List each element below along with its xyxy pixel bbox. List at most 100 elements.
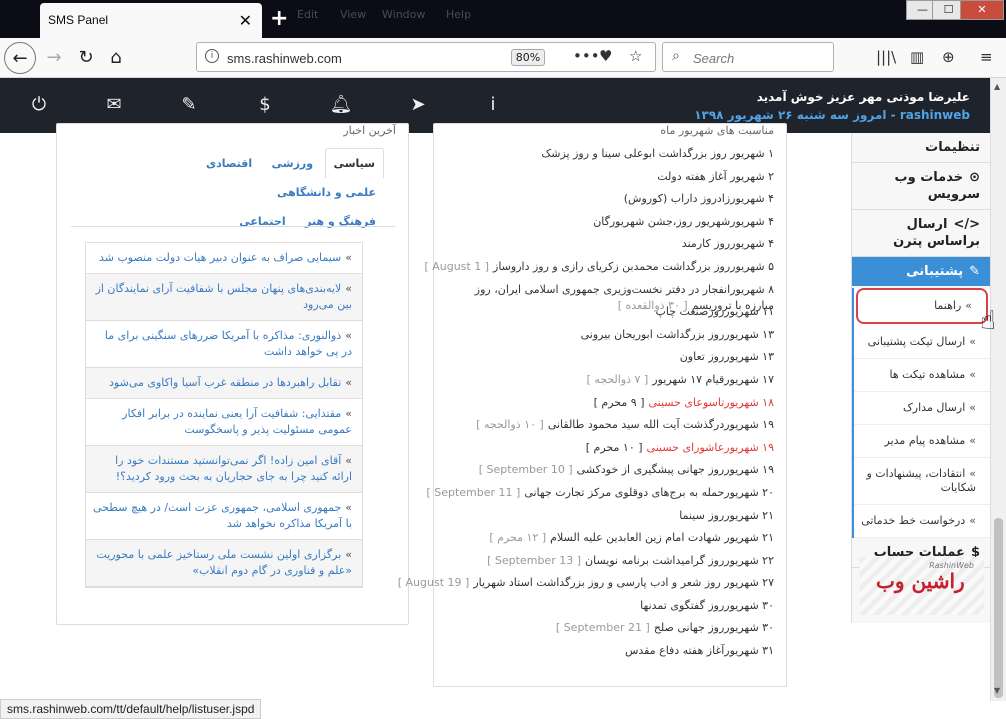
list-item[interactable]: »برگزاری اولین نشست ملی رستاخیز علمی با … xyxy=(86,540,362,587)
tab-culture[interactable]: فرهنگ و هنر xyxy=(297,207,384,236)
sidebar-item-view-tickets[interactable]: »مشاهده تیکت ها xyxy=(854,359,990,392)
scroll-up-icon[interactable]: ▲ xyxy=(994,82,1000,91)
list-item[interactable]: »مقتدایی: شفافیت آرا یعنی نماینده در برا… xyxy=(86,399,362,446)
chevron-left-icon: » xyxy=(345,251,352,264)
list-item[interactable]: »جمهوری اسلامی، جمهوری عزت است/ در هیچ س… xyxy=(86,493,362,540)
event-text: ۱۹ شهریوردرگذشت آیت الله سید محمود طالقا… xyxy=(547,418,774,432)
event-other-date: [ ۱۰ ذوالحجه ] xyxy=(476,418,544,432)
ticket-icon[interactable]: ✎ xyxy=(174,94,204,115)
event-other-date: [ 10 September ] xyxy=(478,463,573,477)
sidebar-item-support[interactable]: ✎پشتیبانی xyxy=(852,257,990,286)
list-item[interactable]: »آقای امین زاده! اگر نمی‌توانستید مستندا… xyxy=(86,446,362,493)
bell-icon[interactable]: 🔔︎ xyxy=(326,94,356,115)
url-bar[interactable]: i sms.rashinweb.com 80% ••• ♥ ☆ xyxy=(196,42,656,72)
event-row: ۲۲ شهریورروز گرامیداشت برنامه نویسان[ 13… xyxy=(444,553,774,576)
event-row: ۲۷ شهریور روز شعر و ادب پارسی و روز بزرگ… xyxy=(398,575,774,598)
scroll-thumb[interactable] xyxy=(994,518,1003,698)
home-button[interactable]: ⌂ xyxy=(100,42,132,74)
list-item[interactable]: »سیمایی صراف به عنوان دبیر هیات دولت منص… xyxy=(86,243,362,274)
event-text: ۱۳ شهریورروز تعاون xyxy=(679,350,774,364)
event-other-date: [ 11 September ] xyxy=(426,485,521,499)
forward-button[interactable]: → xyxy=(38,42,70,74)
reload-icon: ↻ xyxy=(78,47,94,68)
event-text: ۱۹ شهریورعاشورای حسینی xyxy=(646,440,774,454)
tab-economy[interactable]: اقتصادی xyxy=(198,149,260,178)
event-text: ۱۳ شهریورروز بزرگداشت ابوریحان بیرونی xyxy=(580,327,774,341)
site-info-icon[interactable]: i xyxy=(205,49,219,63)
fxa-icon[interactable]: ⊕ xyxy=(942,48,955,66)
news-list: »سیمایی صراف به عنوان دبیر هیات دولت منص… xyxy=(85,242,363,588)
search-bar[interactable]: ⌕ Search xyxy=(662,42,834,72)
tab-science[interactable]: علمی و دانشگاهی xyxy=(269,178,384,207)
menu-help[interactable]: Help xyxy=(446,8,471,21)
zoom-indicator[interactable]: 80% xyxy=(511,49,545,66)
menu-edit[interactable]: Edit xyxy=(297,8,318,21)
library-icon[interactable]: |||\ xyxy=(876,48,896,66)
event-row: ۵ شهریورروز بزرگداشت محمدبن زکریای رازی … xyxy=(424,259,774,282)
menu-window[interactable]: Window xyxy=(382,8,425,21)
event-row: ۲۱ شهریور شهادت امام زین العابدین علیه ا… xyxy=(444,530,774,553)
search-placeholder: Search xyxy=(693,51,735,66)
event-row: ۱۹ شهریوردرگذشت آیت الله سید محمود طالقا… xyxy=(444,417,774,440)
sidebar-item-send-documents[interactable]: »ارسال مدارک xyxy=(854,392,990,425)
event-row: ۴ شهریورشهریور روز،جشن شهریورگان xyxy=(444,214,774,237)
sidebar-item-settings[interactable]: تنظیمات xyxy=(852,133,990,163)
event-row: ۳۰ شهریورروز گفتگوی تمدنها xyxy=(444,598,774,621)
browser-tab[interactable]: SMS Panel ✕ xyxy=(40,3,262,38)
tab-social[interactable]: اجتماعی xyxy=(231,207,293,236)
sidebar-item-web-services[interactable]: ⊙خدمات وب سرویس xyxy=(852,163,990,210)
support-submenu: »راهنما »ارسال تیکت پشتیبانی »مشاهده تیک… xyxy=(852,288,990,538)
menu-hamburger-icon[interactable]: ≡ xyxy=(980,48,993,66)
mail-icon[interactable]: ✉ xyxy=(99,94,129,115)
list-item[interactable]: »لایه‌بندی‌های پنهان مجلس با شفافیت آرای… xyxy=(86,274,362,321)
sidebar-item-service-line[interactable]: »درخواست خط خدماتی xyxy=(854,505,990,538)
scroll-down-icon[interactable]: ▼ xyxy=(994,686,1000,695)
chevron-left-icon: » xyxy=(345,376,352,389)
sidebar-item-send-ticket[interactable]: »ارسال تیکت پشتیبانی xyxy=(854,326,990,359)
sidebar-toggle-icon[interactable]: ▥ xyxy=(910,48,924,66)
list-item[interactable]: »تقابل راهبردها در منطقه غرب آسیا واکاوی… xyxy=(86,368,362,399)
sidebar-item-guide[interactable]: »راهنما xyxy=(856,288,988,324)
chevron-left-icon: » xyxy=(345,407,352,420)
event-row: ۴ شهریورزادروز داراب (کوروش) xyxy=(444,191,774,214)
back-button[interactable]: ← xyxy=(4,42,36,74)
list-item[interactable]: »ذوالنوری: مذاکره با آمریکا ضررهای سنگین… xyxy=(86,321,362,368)
event-text: ۴ شهریورزادروز داراب (کوروش) xyxy=(623,192,774,206)
power-icon[interactable]: ⏻ xyxy=(24,94,54,115)
chevron-left-icon: » xyxy=(345,548,352,561)
event-text: ۲۱ شهریورروز سینما xyxy=(679,508,774,522)
tab-sports[interactable]: ورزشی xyxy=(264,149,321,178)
send-icon[interactable]: ➤ xyxy=(403,94,433,115)
chevron-left-icon: » xyxy=(345,454,352,467)
event-text: ۱۸ شهریورتاسوعای حسینی xyxy=(648,395,775,409)
chevron-left-icon: » xyxy=(969,467,976,480)
info-icon[interactable]: i xyxy=(478,94,508,115)
tab-politics[interactable]: سیاسی xyxy=(324,148,384,178)
sidebar-item-admin-messages[interactable]: »مشاهده پیام مدیر xyxy=(854,425,990,458)
event-row: ۱۸ شهریورتاسوعای حسینی[ ۹ محرم ] xyxy=(444,395,774,418)
sidebar-item-pattern-send[interactable]: </>ارسال براساس پترن xyxy=(852,210,990,257)
menu-view[interactable]: View xyxy=(340,8,366,21)
url-text[interactable]: sms.rashinweb.com xyxy=(227,51,342,66)
bookmark-star-icon[interactable]: ☆ xyxy=(629,47,642,65)
event-row: ۱ شهریور روز بزرگداشت ابوعلی سینا و روز … xyxy=(444,146,774,169)
window-close-button[interactable]: ✕ xyxy=(960,0,1004,20)
event-other-date: [ 21 September ] xyxy=(555,621,650,635)
event-row: ۸ شهریورانفجار در دفتر نخست‌وزیری جمهوری… xyxy=(444,282,774,312)
event-text: ۲۲ شهریورروز گرامیداشت برنامه نویسان xyxy=(585,553,774,567)
more-actions-icon[interactable]: ••• xyxy=(573,47,600,65)
welcome-text: علیرضا موذنی مهر عزیز خوش آمدید xyxy=(756,90,970,104)
pocket-icon[interactable]: ♥ xyxy=(599,47,612,65)
tab-title: SMS Panel xyxy=(48,13,109,27)
sidebar-item-feedback[interactable]: »انتقادات، پیشنهادات و شکایات xyxy=(854,458,990,505)
page-scrollbar[interactable]: ▲ ▼ xyxy=(990,78,1006,701)
chevron-left-icon: » xyxy=(345,501,352,514)
event-text: ۲۰ شهریورحمله به برج‌های دوقلوی مرکز تجا… xyxy=(524,485,774,499)
new-tab-button[interactable]: + xyxy=(270,6,288,31)
event-row: ۱۳ شهریورروز تعاون xyxy=(444,349,774,372)
reload-button[interactable]: ↻ xyxy=(70,42,102,74)
events-list: ۱ شهریور روز بزرگداشت ابوعلی سینا و روز … xyxy=(398,146,774,666)
tab-close-icon[interactable]: ✕ xyxy=(239,11,252,30)
event-text: ۳۱ شهریورآغاز هفته دفاع مقدس xyxy=(624,644,774,658)
dollar-icon[interactable]: $ xyxy=(250,94,280,115)
